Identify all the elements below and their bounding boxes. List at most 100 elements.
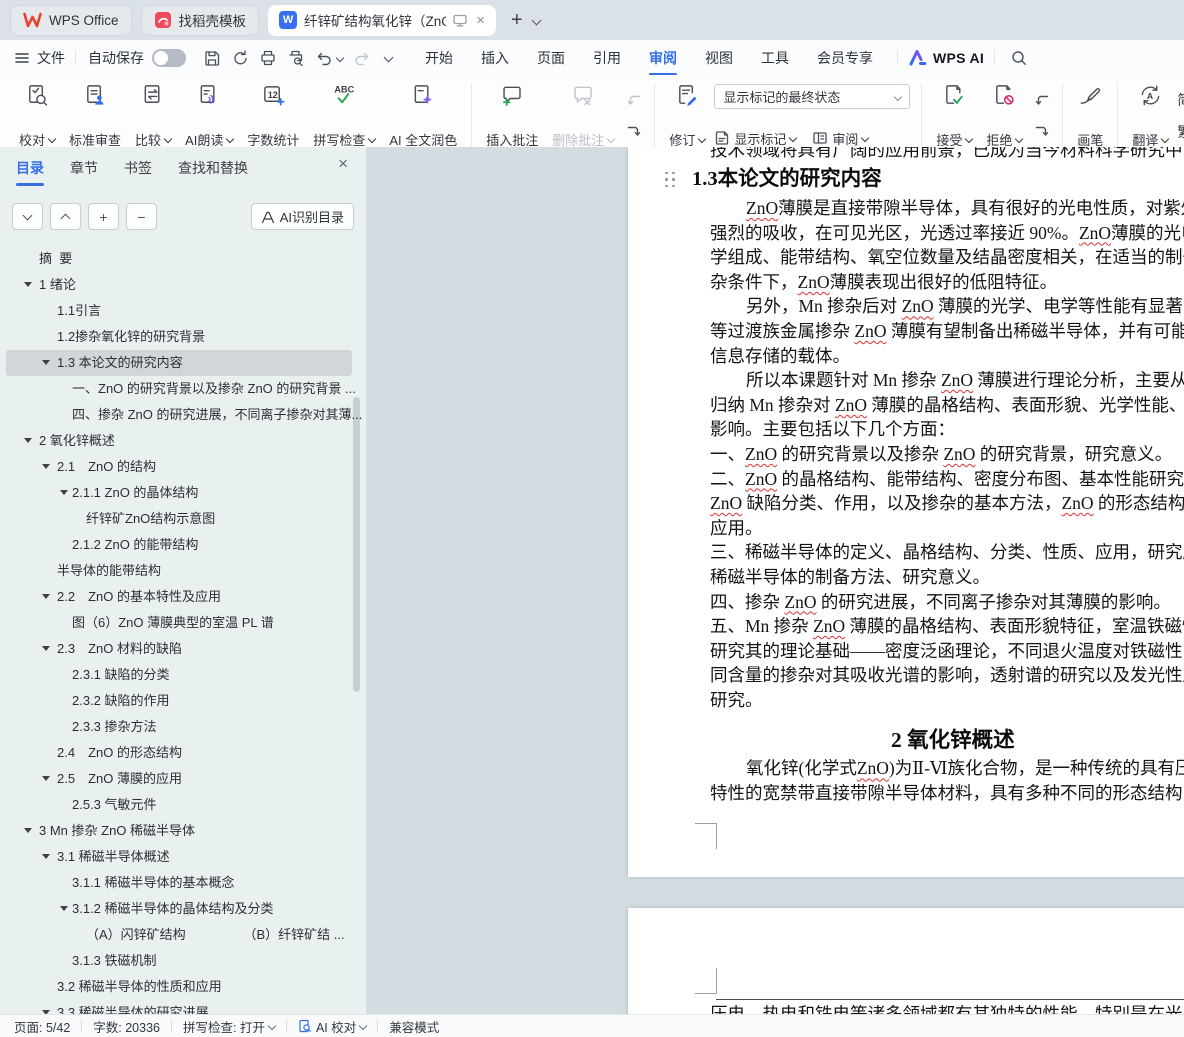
outline-item[interactable]: 2.5.3 气敏元件 xyxy=(0,792,366,818)
outline-item[interactable]: 3.1.1 稀磁半导体的基本概念 xyxy=(0,870,366,896)
wps-ai-button[interactable]: WPS AI xyxy=(908,49,984,66)
previous-comment-icon[interactable] xyxy=(623,91,645,109)
menu-tab-页面[interactable]: 页面 xyxy=(537,48,565,68)
pane-tab-章节[interactable]: 章节 xyxy=(70,158,98,178)
autosave-toggle[interactable] xyxy=(152,48,186,67)
outline-item[interactable]: （A）闪锌矿结构 （B）纤锌矿结 ... xyxy=(0,922,366,948)
pen-button[interactable]: 画笔 xyxy=(1070,80,1110,151)
outline-item[interactable]: 3.3 稀磁半导体的研究进展 xyxy=(0,1000,366,1015)
previous-revision-icon[interactable] xyxy=(1031,91,1053,109)
outline-item[interactable]: 2.3.1 缺陷的分类 xyxy=(0,662,366,688)
tab-wps-home[interactable]: WPS Office xyxy=(10,4,132,36)
spell-check-button[interactable]: ABC 拼写检查 xyxy=(306,80,382,151)
outline-item[interactable]: 半导体的能带结构 xyxy=(0,558,366,584)
accept-button[interactable]: 接受 xyxy=(929,80,979,151)
quick-access-caret-icon[interactable] xyxy=(381,52,394,63)
outline-item[interactable]: 3.1.3 铁磁机制 xyxy=(0,948,366,974)
outline-item[interactable]: 1.2掺杂氧化锌的研究背景 xyxy=(0,324,366,350)
markup-state-dropdown[interactable]: 显示标记的最终状态 xyxy=(714,84,911,109)
outline-item[interactable]: 3.1 稀磁半导体概述 xyxy=(0,844,366,870)
close-tab-icon[interactable]: × xyxy=(476,13,485,28)
tab-list-caret-icon[interactable] xyxy=(531,15,542,25)
outline-item[interactable]: 2.1.1 ZnO 的晶体结构 xyxy=(0,480,366,506)
reject-button[interactable]: 拒绝 xyxy=(979,80,1029,151)
track-changes-button[interactable]: 修订 xyxy=(662,80,712,151)
collapse-all-button[interactable] xyxy=(50,203,81,230)
menu-tab-工具[interactable]: 工具 xyxy=(761,48,789,68)
tab-document[interactable]: W 纤锌矿结构氧化锌（ZnO）设 × xyxy=(268,4,497,36)
undo-icon[interactable] xyxy=(315,49,345,67)
menu-file[interactable]: 文件 xyxy=(37,48,65,68)
outline-item[interactable]: 2.3 ZnO 材料的缺陷 xyxy=(0,636,366,662)
redo-icon[interactable] xyxy=(353,49,371,67)
outline-item[interactable]: 2.1.2 ZnO 的能带结构 xyxy=(0,532,366,558)
outline-item[interactable]: 图（6）ZnO 薄膜典型的室温 PL 谱 xyxy=(0,610,366,636)
standard-review-button[interactable]: 标准审查 xyxy=(62,80,128,151)
outline-item[interactable]: 2.2 ZnO 的基本特性及应用 xyxy=(0,584,366,610)
outline-item[interactable]: 3.1.2 稀磁半导体的晶体结构及分类 xyxy=(0,896,366,922)
ai-read-button[interactable]: AI朗读 xyxy=(178,80,240,151)
outline-item[interactable]: 1.1引言 xyxy=(0,298,366,324)
outline-item[interactable]: 3.2 稀磁半导体的性质和应用 xyxy=(0,974,366,1000)
proofread-button[interactable]: 校对 xyxy=(12,80,62,151)
document-page-5[interactable]: 技术领域将具有广阔的应用前景，已成为当今材料科学研究中的一个 1.3本论文的研究内… xyxy=(628,147,1184,877)
expand-all-button[interactable] xyxy=(12,203,43,230)
outline-item-label: 2.3.2 缺陷的作用 xyxy=(72,693,170,708)
tab-docer-templates[interactable]: 找稻壳模板 xyxy=(140,4,260,36)
outline-item[interactable]: 2 氧化锌概述 xyxy=(0,428,366,454)
ai-proofread-status[interactable]: AI 校对 xyxy=(298,1017,368,1036)
menu-tab-开始[interactable]: 开始 xyxy=(425,48,453,68)
monitor-icon[interactable] xyxy=(452,13,468,28)
search-icon[interactable] xyxy=(1010,49,1028,67)
outline-item[interactable]: 一、ZnO 的研究背景以及掺杂 ZnO 的研究背景 ... xyxy=(0,376,366,402)
outline-item[interactable]: 2.5 ZnO 薄膜的应用 xyxy=(0,766,366,792)
outline-item[interactable]: 1 绪论 xyxy=(0,272,366,298)
pane-tab-目录[interactable]: 目录 xyxy=(16,158,44,178)
pane-tab-书签[interactable]: 书签 xyxy=(124,158,152,178)
print-icon[interactable] xyxy=(259,49,277,67)
document-canvas[interactable]: 技术领域将具有广阔的应用前景，已成为当今材料科学研究中的一个 1.3本论文的研究内… xyxy=(367,147,1184,1015)
page-indicator[interactable]: 页面: 5/42 xyxy=(14,1017,70,1036)
outline-item[interactable]: 四、掺杂 ZnO 的研究进展，不同离子掺杂对其薄... xyxy=(0,402,366,428)
menu-tab-插入[interactable]: 插入 xyxy=(481,48,509,68)
delete-comment-button[interactable]: 删除批注 xyxy=(545,80,621,151)
simplified-to-traditional-button[interactable]: 简→ 转繁 xyxy=(1177,91,1184,109)
save-icon[interactable] xyxy=(203,49,221,67)
group-expand-icon[interactable] xyxy=(1146,134,1155,143)
word-count-button[interactable]: 12 字数统计 xyxy=(240,80,306,151)
hamburger-menu-icon[interactable] xyxy=(14,51,30,65)
spellcheck-status[interactable]: 拼写检查: 打开 xyxy=(183,1017,277,1036)
outline-item[interactable]: 3 Mn 掺杂 ZnO 稀磁半导体 xyxy=(0,818,366,844)
insert-comment-button[interactable]: 插入批注 xyxy=(479,80,545,151)
menu-tab-会员专享[interactable]: 会员专享 xyxy=(817,48,873,68)
next-revision-icon[interactable] xyxy=(1031,122,1053,140)
undo-caret-icon[interactable] xyxy=(335,53,345,62)
menu-tab-审阅[interactable]: 审阅 xyxy=(649,48,677,68)
show-markup-button[interactable]: 显示标记 xyxy=(714,129,798,148)
print-preview-icon[interactable] xyxy=(287,49,305,67)
new-tab-button[interactable]: + xyxy=(511,9,523,32)
ai-polish-button[interactable]: AI 全文润色 xyxy=(382,80,464,151)
outline-item[interactable]: 纤锌矿ZnO结构示意图 xyxy=(0,506,366,532)
compare-button[interactable]: 比较 xyxy=(128,80,178,151)
menu-tab-视图[interactable]: 视图 xyxy=(705,48,733,68)
outline-item[interactable]: 2.1 ZnO 的结构 xyxy=(0,454,366,480)
traditional-to-simplified-button[interactable]: 繁→ 转简 xyxy=(1177,123,1184,141)
outline-item[interactable]: 1.3 本论文的研究内容 xyxy=(0,350,366,376)
export-icon[interactable] xyxy=(231,49,249,67)
outline-item[interactable]: 2.3.3 掺杂方法 xyxy=(0,714,366,740)
document-page-6[interactable]: 压电、热电和铁电等诸多领域都有其独特的性能，特别是在光电领 xyxy=(628,908,1184,1015)
zoom-in-outline-button[interactable]: + xyxy=(88,203,119,230)
close-pane-icon[interactable]: × xyxy=(338,155,348,172)
next-comment-icon[interactable] xyxy=(623,122,645,140)
ai-recognize-toc-button[interactable]: AI识别目录 xyxy=(250,203,354,230)
review-pane-button[interactable]: 审阅 xyxy=(812,129,870,148)
outline-item[interactable]: 2.3.2 缺陷的作用 xyxy=(0,688,366,714)
outline-item[interactable]: 摘 要 xyxy=(0,246,366,272)
menu-tab-引用[interactable]: 引用 xyxy=(593,48,621,68)
zoom-out-outline-button[interactable]: − xyxy=(126,203,157,230)
outline-item[interactable]: 2.4 ZnO 的形态结构 xyxy=(0,740,366,766)
pane-tab-查找和替换[interactable]: 查找和替换 xyxy=(178,158,248,178)
word-count-indicator[interactable]: 字数: 20336 xyxy=(93,1017,160,1036)
drag-handle-icon[interactable] xyxy=(664,171,676,188)
